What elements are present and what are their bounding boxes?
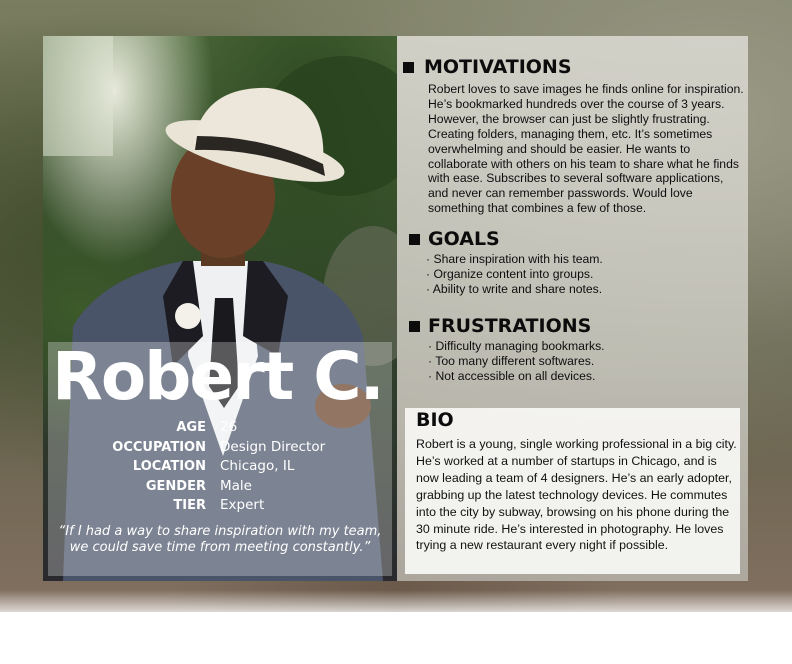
fact-value: Expert xyxy=(220,497,265,513)
fact-label: OCCUPATION xyxy=(112,439,206,455)
motivations-heading: MOTIVATIONS xyxy=(403,56,572,78)
fact-label: LOCATION xyxy=(132,459,206,474)
square-bullet-icon xyxy=(409,233,420,245)
frustrations-title: FRUSTRATIONS xyxy=(428,315,592,337)
goals-title: GOALS xyxy=(428,228,500,250)
bio-text: Robert is a young, single working profes… xyxy=(416,437,737,553)
list-item: Too many different softwares. xyxy=(428,354,728,369)
fact-value: Male xyxy=(220,477,252,494)
motivations-text: Robert loves to save images he finds onl… xyxy=(428,82,744,216)
square-bullet-icon xyxy=(403,61,414,73)
persona-name: Robert C. xyxy=(52,338,385,415)
fact-label: GENDER xyxy=(145,478,206,494)
persona-quote: “If I had a way to share inspiration wit… xyxy=(52,524,388,556)
fact-row-age: AGE 26 xyxy=(60,418,390,438)
goals-heading: GOALS xyxy=(409,228,500,250)
bio-title: BIO xyxy=(416,409,454,431)
goals-list: Share inspiration with his team. Organiz… xyxy=(426,252,726,297)
fact-row-occupation: OCCUPATION Design Director xyxy=(60,438,390,458)
quote-line: we could save time from meeting constant… xyxy=(69,540,371,555)
fact-value: 26 xyxy=(220,419,238,435)
fact-row-gender: GENDER Male xyxy=(60,477,390,497)
fact-row-location: LOCATION Chicago, IL xyxy=(60,457,390,477)
fact-row-tier: TIER Expert xyxy=(60,496,390,516)
fact-label: AGE xyxy=(176,420,206,435)
list-item: Organize content into groups. xyxy=(426,267,726,282)
motivations-title: MOTIVATIONS xyxy=(424,56,572,78)
fact-label: TIER xyxy=(173,498,206,513)
fact-value: Chicago, IL xyxy=(220,458,295,474)
fact-value: Design Director xyxy=(220,438,326,455)
frustrations-list: Difficulty managing bookmarks. Too many … xyxy=(428,339,728,384)
background-fade xyxy=(0,590,792,620)
persona-facts: AGE 26 OCCUPATION Design Director LOCATI… xyxy=(60,418,390,516)
list-item: Difficulty managing bookmarks. xyxy=(428,339,728,354)
list-item: Ability to write and share notes. xyxy=(426,282,726,297)
frustrations-heading: FRUSTRATIONS xyxy=(409,315,591,337)
square-bullet-icon xyxy=(409,320,420,332)
list-item: Share inspiration with his team. xyxy=(426,252,726,267)
list-item: Not accessible on all devices. xyxy=(428,369,728,384)
quote-line: “If I had a way to share inspiration wit… xyxy=(58,524,382,539)
